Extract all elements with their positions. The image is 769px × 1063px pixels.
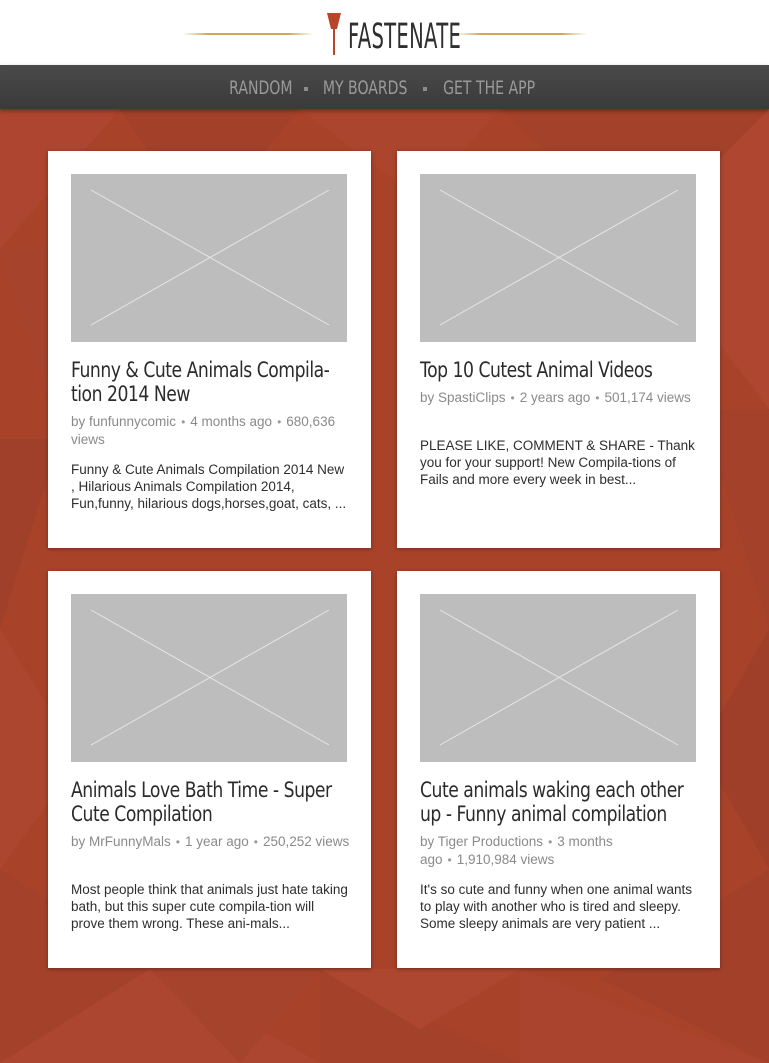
video-description: Funny & Cute Animals Compilation 2014 Ne… xyxy=(71,462,347,511)
video-title[interactable]: Animals Love Bath Time - Super Cute Comp… xyxy=(71,778,351,826)
nav-item-my-boards[interactable]: MY BOARDS xyxy=(323,76,408,100)
video-title[interactable]: Funny & Cute Animals Compila-tion 2014 N… xyxy=(71,358,351,406)
video-thumbnail-placeholder[interactable] xyxy=(71,174,347,342)
site-header: FASTENATE xyxy=(0,0,769,65)
image-placeholder-icon xyxy=(439,189,679,326)
video-age: 2 years ago xyxy=(519,390,591,405)
nav-separator xyxy=(303,86,308,91)
video-meta: by funfunnycomic • 4 months ago • 680,636 vi… xyxy=(71,414,336,447)
video-title[interactable]: Top 10 Cutest Animal Videos xyxy=(420,358,700,382)
brand-logo[interactable]: FASTENATE xyxy=(326,10,461,57)
nav-item-random[interactable]: RANDOM xyxy=(229,76,292,100)
video-thumbnail-placeholder[interactable] xyxy=(420,594,696,762)
video-views: 250,252 views xyxy=(262,834,350,849)
image-placeholder-icon xyxy=(439,609,679,746)
video-title[interactable]: Cute animals waking each other up - Funn… xyxy=(420,778,700,826)
page: FASTENATE RANDOM MY BOARDS GET THE APP F… xyxy=(0,0,769,1063)
image-placeholder-icon xyxy=(90,189,330,326)
video-meta: by SpastiClips • 2 years ago • 501,174 views xyxy=(420,390,691,405)
main-nav: RANDOM MY BOARDS GET THE APP xyxy=(0,65,769,109)
image-placeholder-icon xyxy=(90,609,330,746)
video-views: 501,174 views xyxy=(604,390,691,405)
pushpin-icon xyxy=(327,13,341,55)
nav-item-get-the-app[interactable]: GET THE APP xyxy=(443,76,535,100)
video-card[interactable]: Funny & Cute Animals Compila-tion 2014 N… xyxy=(48,151,371,548)
video-description: It's so cute and funny when one animal w… xyxy=(420,882,692,931)
video-card[interactable]: Animals Love Bath Time - Super Cute Comp… xyxy=(48,571,371,968)
video-description: PLEASE LIKE, COMMENT & SHARE - Thank you… xyxy=(420,438,695,487)
video-author[interactable]: by Tiger Productions xyxy=(420,834,543,849)
video-author[interactable]: by SpastiClips xyxy=(420,390,506,405)
video-thumbnail-placeholder[interactable] xyxy=(420,174,696,342)
video-card[interactable]: Top 10 Cutest Animal Videos by SpastiCli… xyxy=(397,151,720,548)
video-views: 1,910,984 views xyxy=(456,852,555,867)
header-rule-left xyxy=(182,33,314,35)
video-age: 4 months ago xyxy=(190,414,273,429)
video-meta: by Tiger Productions • 3 months ago • 1,910,… xyxy=(420,834,613,867)
video-author[interactable]: by funfunnycomic xyxy=(71,414,176,429)
video-author[interactable]: by MrFunnyMals xyxy=(71,834,171,849)
video-description: Most people think that animals just hate… xyxy=(71,882,348,931)
video-thumbnail-placeholder[interactable] xyxy=(71,594,347,762)
brand-name: FASTENATE xyxy=(348,17,462,57)
video-meta: by MrFunnyMals • 1 year ago • 250,252 views xyxy=(71,834,350,849)
nav-separator xyxy=(422,86,427,91)
video-age: 1 year ago xyxy=(184,834,249,849)
video-card[interactable]: Cute animals waking each other up - Funn… xyxy=(397,571,720,968)
header-rule-right xyxy=(455,33,587,35)
